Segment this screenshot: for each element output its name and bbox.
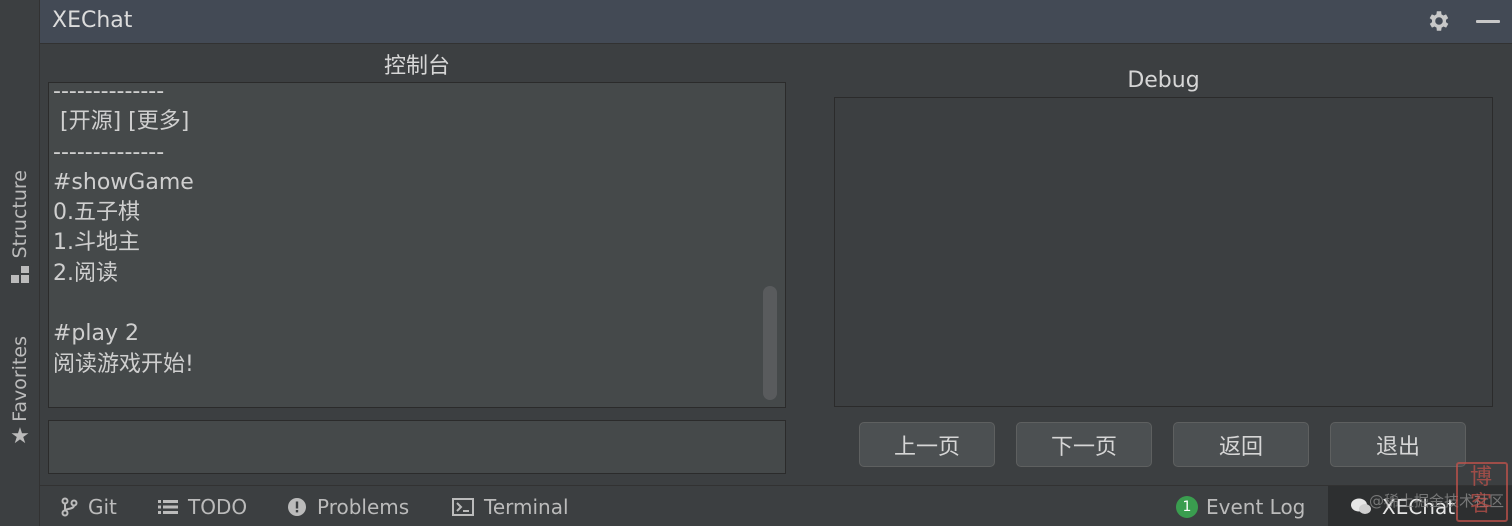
terminal-icon — [452, 497, 474, 516]
console-line: #play 2 — [53, 321, 140, 347]
console-output[interactable]: -------------- [开源] [更多] -------------- … — [48, 82, 786, 408]
structure-tab[interactable]: Structure — [0, 170, 40, 284]
favorites-tab[interactable]: Favorites ★ — [0, 336, 40, 448]
console-line: -------------- — [53, 139, 165, 165]
console-line: 0.五子棋 — [53, 200, 140, 226]
tool-window-header: XEChat — [40, 0, 1512, 44]
console-line: 阅读游戏开始! — [53, 351, 194, 377]
event-log-count-badge: 1 — [1176, 495, 1198, 518]
tool-window-title: XEChat — [52, 8, 133, 33]
gear-icon[interactable] — [1426, 8, 1452, 34]
star-icon: ★ — [10, 423, 30, 449]
favorites-tab-label: Favorites — [9, 336, 31, 422]
minimize-icon[interactable] — [1476, 20, 1500, 23]
blog-seal-stamp: 博客 — [1456, 462, 1508, 522]
console-line: -------------- — [53, 82, 165, 104]
event-log-tab[interactable]: 1 Event Log — [1176, 486, 1305, 526]
debug-title: Debug — [1127, 68, 1200, 93]
console-title: 控制台 — [383, 54, 450, 79]
left-tool-stripe: Structure Favorites ★ — [0, 0, 40, 526]
next-page-button[interactable]: 下一页 — [1016, 422, 1152, 467]
console-input[interactable] — [48, 420, 786, 474]
console-scrollbar[interactable] — [763, 286, 777, 400]
git-tab-label: Git — [88, 494, 117, 519]
terminal-tab-label: Terminal — [484, 494, 569, 519]
todo-tab-label: TODO — [188, 494, 248, 519]
terminal-tab[interactable]: Terminal — [452, 486, 569, 526]
console-line: 1.斗地主 — [53, 230, 140, 256]
git-branch-icon — [60, 497, 78, 517]
structure-tab-label: Structure — [9, 170, 31, 259]
todo-tab[interactable]: TODO — [158, 486, 247, 526]
problems-icon — [287, 497, 307, 517]
structure-icon — [11, 266, 29, 284]
debug-panel — [834, 97, 1493, 407]
console-line: #showGame — [53, 169, 194, 195]
git-tab[interactable]: Git — [60, 486, 117, 526]
problems-tab[interactable]: Problems — [287, 486, 409, 526]
exit-button[interactable]: 退出 — [1330, 422, 1466, 467]
problems-tab-label: Problems — [317, 494, 410, 519]
prev-page-button[interactable]: 上一页 — [859, 422, 995, 467]
back-button[interactable]: 返回 — [1173, 422, 1309, 467]
console-line: 2.阅读 — [53, 260, 118, 286]
list-icon — [158, 499, 178, 515]
console-line: [开源] [更多] — [53, 109, 190, 135]
event-log-label: Event Log — [1206, 494, 1306, 519]
bottom-toolbar: Git TODO Problems Terminal 1 Event Log X… — [40, 485, 1512, 526]
